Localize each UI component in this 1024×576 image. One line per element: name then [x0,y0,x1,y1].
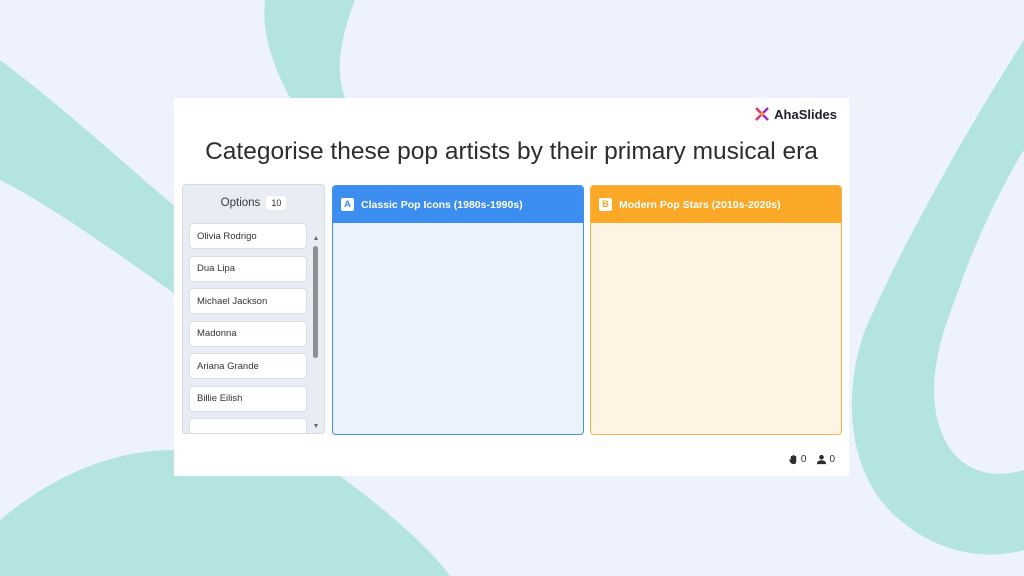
option-item[interactable]: Olivia Rodrigo [189,223,307,249]
option-item[interactable]: Michael Jackson [189,288,307,314]
option-item[interactable]: Dua Lipa [189,255,307,282]
category-b-header: B Modern Pop Stars (2010s-2020s) [591,186,841,223]
ahaslides-logo-icon [755,107,769,121]
category-b-letter: B [599,198,612,211]
option-item[interactable]: Ariana Grande [189,353,307,379]
option-item[interactable]: Billie Eilish [189,385,307,412]
reactions-count: 0 [800,454,807,465]
category-b-title: Modern Pop Stars (2010s-2020s) [619,198,781,211]
brand-name: AhaSlides [774,106,837,122]
scroll-up-arrow-icon[interactable]: ▲ [311,235,321,243]
options-header: Options 10 [183,185,324,221]
option-item[interactable]: Madonna [189,320,307,347]
category-b-dropzone[interactable]: B Modern Pop Stars (2010s-2020s) [590,185,842,435]
brand-logo: AhaSlides [754,106,837,122]
options-label: Options [220,197,261,209]
scroll-thumb[interactable] [313,246,318,358]
user-icon [817,454,827,465]
category-a-header: A Classic Pop Icons (1980s-1990s) [333,186,583,223]
footer-stats: 0 0 [788,454,835,465]
category-a-dropzone[interactable]: A Classic Pop Icons (1980s-1990s) [332,185,584,435]
category-a-title: Classic Pop Icons (1980s-1990s) [361,198,523,211]
participants-count: 0 [829,454,835,465]
page-title: Categorise these pop artists by their pr… [205,138,818,165]
scroll-down-arrow-icon[interactable]: ▼ [311,423,321,431]
category-a-letter: A [341,198,354,211]
option-item[interactable] [189,418,307,433]
options-list: Olivia Rodrigo Dua Lipa Michael Jackson … [189,223,307,433]
options-panel: Options 10 Olivia Rodrigo Dua Lipa Micha… [182,184,325,434]
options-count-badge: 10 [266,196,287,210]
slide: AhaSlides Categorise these pop artists b… [174,98,849,476]
reactions-stat: 0 [788,454,807,465]
options-scrollbar[interactable]: ▲ ▼ [311,235,321,431]
participants-stat: 0 [816,454,835,465]
hand-icon [789,454,797,465]
